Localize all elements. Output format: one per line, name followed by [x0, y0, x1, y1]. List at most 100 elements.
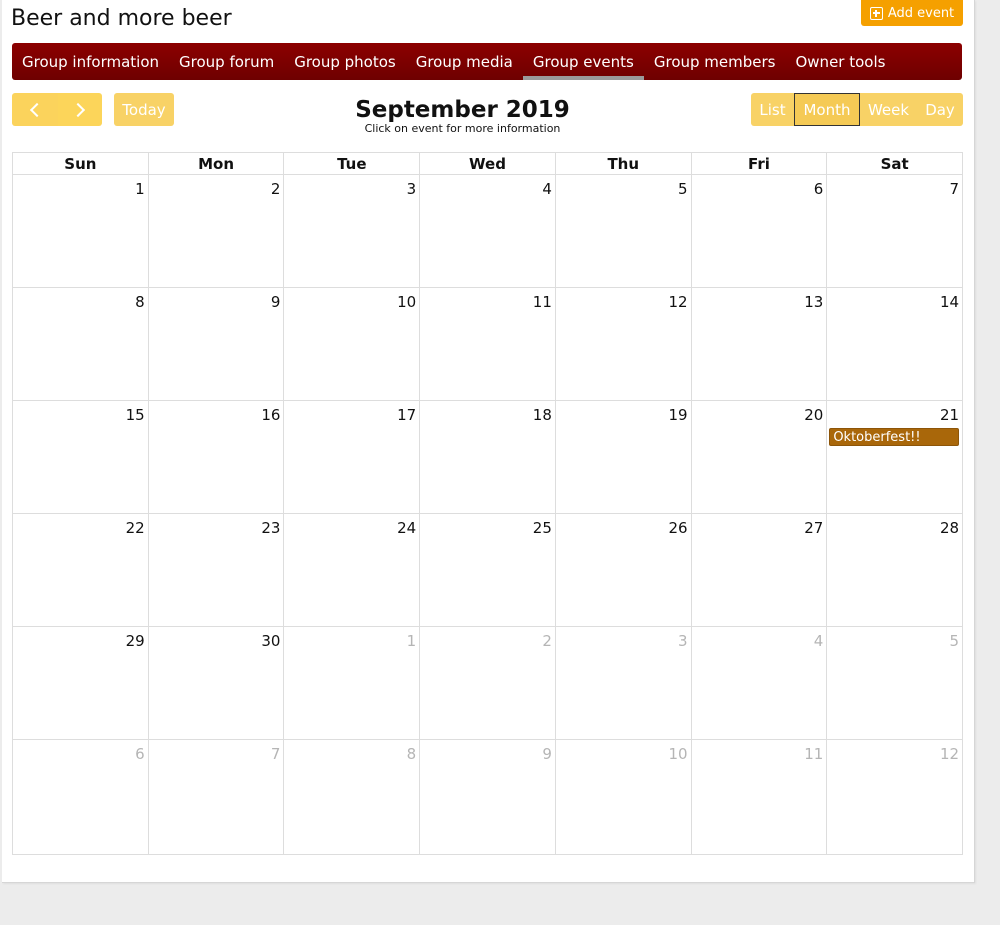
day-number: 5	[949, 632, 960, 650]
calendar-day-cell[interactable]: 3	[283, 175, 419, 287]
calendar-day-cell[interactable]: 10	[554, 740, 691, 854]
calendar-weeks: 1 2 3 4 5 6 7 8 9 10 11 12 13 14 15 16 17 18 19 20 21 Oktober…	[13, 175, 962, 854]
day-number: 14	[939, 293, 960, 311]
day-number: 23	[261, 519, 281, 537]
group-navbar: Group information Group forum Group phot…	[12, 43, 962, 80]
nav-group-media[interactable]: Group media	[406, 43, 523, 80]
calendar-day-cell[interactable]: 16	[147, 401, 284, 513]
calendar-day-cell[interactable]: 14	[826, 288, 962, 400]
view-list-button[interactable]: List	[751, 93, 794, 126]
calendar-day-cell[interactable]: 1	[13, 175, 148, 287]
calendar-day-cell[interactable]: 17	[283, 401, 419, 513]
calendar-day-cell[interactable]: 8	[283, 740, 419, 854]
calendar-day-cell[interactable]: 26	[554, 514, 691, 626]
calendar-day-cell[interactable]: 15	[13, 401, 148, 513]
day-number: 26	[668, 519, 688, 537]
weekday-label: Sun	[64, 155, 97, 173]
calendar-week-row: 22 23 24 25 26 27 28	[13, 514, 962, 627]
nav-group-photos[interactable]: Group photos	[284, 43, 406, 80]
calendar-day-cell[interactable]: 7	[826, 175, 962, 287]
calendar-day-cell[interactable]: 18	[419, 401, 555, 513]
calendar-day-cell[interactable]: 12	[554, 288, 691, 400]
day-number: 11	[532, 293, 552, 311]
calendar-day-cell[interactable]: 19	[554, 401, 691, 513]
calendar-day-cell[interactable]: 10	[283, 288, 419, 400]
calendar-day-cell[interactable]: 2	[147, 175, 284, 287]
calendar-event[interactable]: Oktoberfest!!	[829, 428, 960, 446]
calendar-day-cell[interactable]: 6	[690, 175, 827, 287]
calendar-title: September 2019	[355, 97, 570, 123]
day-number: 8	[406, 745, 417, 763]
day-number: 15	[125, 406, 145, 424]
day-number: 29	[125, 632, 145, 650]
day-number: 16	[261, 406, 281, 424]
calendar-week-row: 6 7 8 9 10 11 12	[13, 740, 962, 854]
day-number: 22	[125, 519, 145, 537]
calendar-day-cell[interactable]: 6	[13, 740, 148, 854]
day-number: 2	[542, 632, 552, 650]
weekday-header: Sun Mon Tue Wed Thu Fri Sat	[13, 153, 962, 175]
chevron-right-icon	[70, 102, 86, 117]
calendar-day-cell[interactable]: 8	[13, 288, 148, 400]
calendar-day-cell[interactable]: 9	[147, 288, 284, 400]
day-number: 8	[135, 293, 145, 311]
day-number: 12	[668, 293, 688, 311]
calendar-day-cell[interactable]: 20	[690, 401, 827, 513]
calendar-day-cell[interactable]: 3	[554, 627, 691, 739]
calendar-day-cell[interactable]: 5	[554, 175, 691, 287]
day-number: 7	[270, 745, 281, 763]
calendar-day-cell[interactable]: 5	[826, 627, 962, 739]
day-number: 13	[804, 293, 824, 311]
calendar-day-cell[interactable]: 1	[283, 627, 419, 739]
weekday-label: Sat	[826, 153, 962, 174]
calendar-day-cell[interactable]: 25	[419, 514, 555, 626]
calendar-day-cell[interactable]: 24	[283, 514, 419, 626]
day-number: 27	[804, 519, 824, 537]
calendar-day-cell[interactable]: 29	[13, 627, 148, 739]
weekday-label: Thu	[554, 153, 691, 174]
chevron-left-icon	[29, 102, 45, 117]
nav-owner-tools[interactable]: Owner tools	[785, 43, 895, 80]
nav-group-information[interactable]: Group information	[12, 43, 169, 80]
view-switcher: List Month Week Day	[751, 93, 963, 126]
day-number: 4	[813, 632, 824, 650]
calendar-day-cell[interactable]: 22	[13, 514, 148, 626]
prev-month-button[interactable]	[12, 93, 58, 126]
day-number: 3	[406, 180, 417, 198]
calendar-week-row: 29 30 1 2 3 4 5	[13, 627, 962, 740]
day-number: 10	[668, 745, 688, 763]
nav-group-events[interactable]: Group events	[522, 43, 644, 80]
calendar-day-cell[interactable]: 9	[419, 740, 555, 854]
view-day-button[interactable]: Day	[917, 93, 963, 126]
day-number: 1	[406, 632, 417, 650]
calendar-subtitle: Click on event for more information	[364, 122, 561, 135]
calendar-day-cell[interactable]: 4	[419, 175, 555, 287]
calendar-day-cell[interactable]: 12	[826, 740, 962, 854]
calendar-day-cell[interactable]: 21 Oktoberfest!!	[826, 401, 962, 513]
nav-group-forum[interactable]: Group forum	[169, 43, 284, 80]
day-number: 9	[270, 293, 281, 311]
calendar-day-cell[interactable]: 27	[690, 514, 827, 626]
day-number: 24	[397, 519, 417, 537]
nav-group-members[interactable]: Group members	[644, 43, 786, 80]
calendar-day-cell[interactable]: 30	[147, 627, 284, 739]
add-event-button[interactable]: Add event	[861, 0, 963, 26]
calendar-day-cell[interactable]: 11	[419, 288, 555, 400]
calendar-day-cell[interactable]: 11	[690, 740, 827, 854]
next-month-button[interactable]	[58, 93, 102, 126]
calendar-day-cell[interactable]: 4	[690, 627, 827, 739]
day-number: 12	[939, 745, 960, 763]
calendar-week-row: 15 16 17 18 19 20 21 Oktoberfest!!	[13, 401, 962, 514]
day-number: 4	[542, 180, 552, 198]
view-week-button[interactable]: Week	[860, 93, 917, 126]
month-calendar: Sun Mon Tue Wed Thu Fri Sat 1 2 3 4 5 6 7 8 9 10 1…	[12, 152, 963, 855]
today-button[interactable]: Today	[114, 93, 174, 126]
view-month-button[interactable]: Month	[794, 93, 860, 126]
calendar-day-cell[interactable]: 28	[826, 514, 962, 626]
day-number: 5	[678, 180, 688, 198]
calendar-day-cell[interactable]: 7	[147, 740, 284, 854]
calendar-day-cell[interactable]: 23	[147, 514, 284, 626]
calendar-day-cell[interactable]: 13	[690, 288, 827, 400]
day-number: 18	[532, 406, 552, 424]
calendar-day-cell[interactable]: 2	[419, 627, 555, 739]
